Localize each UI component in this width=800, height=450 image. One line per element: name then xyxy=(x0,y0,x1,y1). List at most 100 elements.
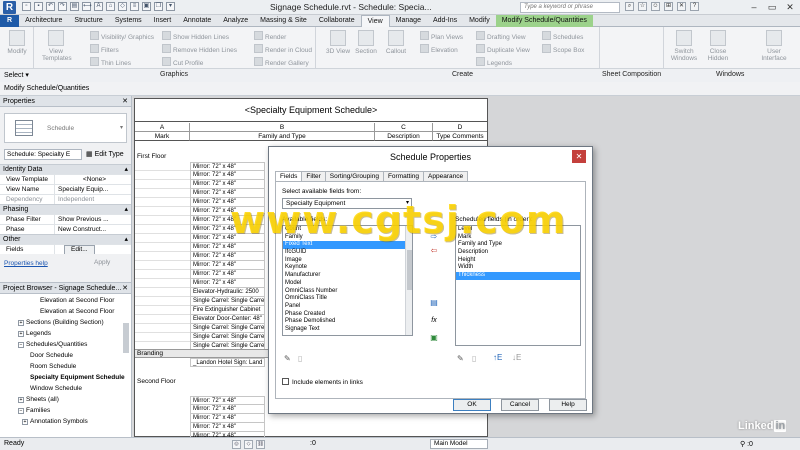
column-letter[interactable]: D xyxy=(433,123,487,132)
binoculars-icon[interactable]: ⌕ xyxy=(625,2,634,11)
mark-cell[interactable] xyxy=(135,297,190,306)
mark-cell[interactable] xyxy=(135,207,190,216)
tree-item-sections[interactable]: + Sections (Building Section) xyxy=(18,319,104,326)
ok-button[interactable]: OK xyxy=(453,399,491,411)
table-row[interactable]: Mirror: 72" x 48" xyxy=(190,396,265,405)
add-parameter-icon[interactable]: ▤ xyxy=(428,298,440,308)
list-item[interactable]: Keynote xyxy=(283,264,412,272)
scheduled-fields-list[interactable]: Level Mark Family and Type Description Heigh… xyxy=(455,225,581,346)
list-item[interactable]: Fixed Text xyxy=(283,241,412,250)
mark-cell[interactable] xyxy=(135,261,190,270)
delete-field-icon[interactable]: ▯ xyxy=(472,354,476,363)
edit-pencil-icon[interactable]: ✎ xyxy=(284,354,291,363)
close-hidden-button[interactable]: Close Hidden xyxy=(704,30,732,62)
mark-cell[interactable] xyxy=(135,279,190,288)
delete-parameter-icon[interactable]: ▯ xyxy=(298,354,302,363)
render-gallery-button[interactable]: Render Gallery xyxy=(254,57,309,67)
modify-button[interactable]: Modify xyxy=(3,30,31,55)
table-row[interactable]: Mirror: 72" x 48" xyxy=(190,180,265,189)
combine-parameters-icon[interactable]: ▣ xyxy=(428,333,440,343)
properties-help-link[interactable]: Properties help xyxy=(4,260,48,267)
tag-icon[interactable]: A xyxy=(94,2,103,11)
schedule-title[interactable]: <Specialty Equipment Schedule> xyxy=(135,99,487,122)
customize-qat-icon[interactable]: ▾ xyxy=(166,2,175,11)
tab-modify[interactable]: Modify xyxy=(463,15,496,27)
tree-item-legends[interactable]: + Legends xyxy=(18,330,51,337)
user-interface-button[interactable]: User Interface xyxy=(760,30,788,62)
list-item[interactable]: OmniClass Number xyxy=(283,288,412,296)
scrollbar-thumb[interactable] xyxy=(407,250,412,290)
tab-sorting-grouping[interactable]: Sorting/Grouping xyxy=(324,171,384,181)
cancel-button[interactable]: Cancel xyxy=(501,399,539,411)
filter-icon[interactable]: ⚲ :0 xyxy=(740,440,753,448)
drafting-view-button[interactable]: Drafting View xyxy=(476,31,526,41)
3d-view-icon[interactable]: ⌂ xyxy=(106,2,115,11)
cut-profile-button[interactable]: Cut Profile xyxy=(162,57,203,67)
table-row[interactable]: Single Carrel: Single Carre xyxy=(190,333,265,342)
help-button[interactable]: Help xyxy=(549,399,587,411)
select-links-icon[interactable]: ⛓ xyxy=(256,440,265,449)
tree-item-elevation[interactable]: Elevation at Second Floor xyxy=(40,308,114,315)
list-item[interactable]: Model xyxy=(283,280,412,288)
tab-architecture[interactable]: Architecture xyxy=(19,15,68,27)
tree-item-families[interactable]: − Families xyxy=(18,407,50,414)
table-row[interactable]: Single Carrel: Single Carre xyxy=(190,297,265,306)
revit-logo-icon[interactable]: R xyxy=(3,1,16,14)
tab-formatting[interactable]: Formatting xyxy=(382,171,425,181)
worksharing-icon[interactable]: ◎ xyxy=(232,440,241,449)
group-header-second-floor[interactable]: Second Floor xyxy=(137,378,176,385)
table-row[interactable]: Mirror: 72" x 48" xyxy=(190,414,265,423)
tab-structure[interactable]: Structure xyxy=(68,15,108,27)
table-row[interactable]: Mirror: 72" x 48" xyxy=(190,270,265,279)
tab-systems[interactable]: Systems xyxy=(109,15,148,27)
table-row[interactable]: _Landon Hotel Sign: Land xyxy=(190,358,265,367)
tree-item-room-schedule[interactable]: Room Schedule xyxy=(30,363,76,370)
table-row[interactable]: Elevator Door-Center: 48" xyxy=(190,315,265,324)
tree-item-annotation-symbols[interactable]: + Annotation Symbols xyxy=(22,418,88,425)
list-item[interactable]: Panel xyxy=(283,303,412,311)
print-icon[interactable]: ▤ xyxy=(70,2,79,11)
mark-cell[interactable] xyxy=(135,216,190,225)
tab-annotate[interactable]: Annotate xyxy=(177,15,217,27)
redo-icon[interactable]: ↷ xyxy=(58,2,67,11)
show-hidden-lines-button[interactable]: Show Hidden Lines xyxy=(162,31,229,41)
list-item[interactable]: IfcGUID xyxy=(283,249,412,257)
include-links-checkbox[interactable]: Include elements in links xyxy=(282,378,363,386)
cart-icon[interactable]: ⊞ xyxy=(664,2,673,11)
column-letter[interactable]: A xyxy=(135,123,190,132)
tab-file[interactable]: R xyxy=(0,15,20,27)
table-row[interactable]: Mirror: 72" x 48" xyxy=(190,243,265,252)
dialog-close-button[interactable]: ✕ xyxy=(572,150,586,163)
mark-cell[interactable] xyxy=(135,324,190,333)
table-row[interactable]: Mirror: 72" x 48" xyxy=(190,261,265,270)
browser-scrollbar[interactable] xyxy=(123,323,129,353)
available-fields-scrollbar[interactable] xyxy=(405,226,412,335)
mark-cell[interactable] xyxy=(135,171,190,180)
model-selector[interactable]: Main Model xyxy=(430,439,488,449)
list-item[interactable]: Family and Type xyxy=(456,241,580,249)
section-other[interactable]: Other ▴ xyxy=(0,234,131,244)
plan-views-button[interactable]: Plan Views xyxy=(420,31,463,41)
mark-cell[interactable] xyxy=(135,270,190,279)
select-dropdown[interactable]: Select ▾ xyxy=(4,71,29,79)
render-button[interactable]: Render xyxy=(254,31,286,41)
schedules-button[interactable]: Schedules xyxy=(542,31,583,41)
table-row[interactable]: Mirror: 72" x 48" xyxy=(190,189,265,198)
list-item[interactable]: Phase Created xyxy=(283,311,412,319)
field-header-type-comments[interactable]: Type Comments xyxy=(433,132,487,141)
exchange-icon[interactable]: ✕ xyxy=(677,2,686,11)
tree-item-sheets[interactable]: + Sheets (all) xyxy=(18,396,59,403)
save-icon[interactable]: ▪ xyxy=(34,2,43,11)
switch-windows-button[interactable]: Switch Windows xyxy=(670,30,698,62)
switch-windows-icon[interactable]: ❐ xyxy=(154,2,163,11)
thin-lines-button[interactable]: Thin Lines xyxy=(90,57,131,67)
tree-item-elevation[interactable]: Elevation at Second Floor xyxy=(40,297,114,304)
tab-insert[interactable]: Insert xyxy=(148,15,178,27)
open-icon[interactable]: ▫ xyxy=(22,2,31,11)
elevation-button[interactable]: Elevation xyxy=(420,44,458,54)
group-header-branding[interactable]: Branding xyxy=(137,350,163,357)
field-header-family-type[interactable]: Family and Type xyxy=(190,132,375,141)
field-header-description[interactable]: Description xyxy=(375,132,433,141)
move-up-icon[interactable]: ↑E xyxy=(493,353,502,362)
table-row[interactable]: Fire Extinguisher Cabinet xyxy=(190,306,265,315)
